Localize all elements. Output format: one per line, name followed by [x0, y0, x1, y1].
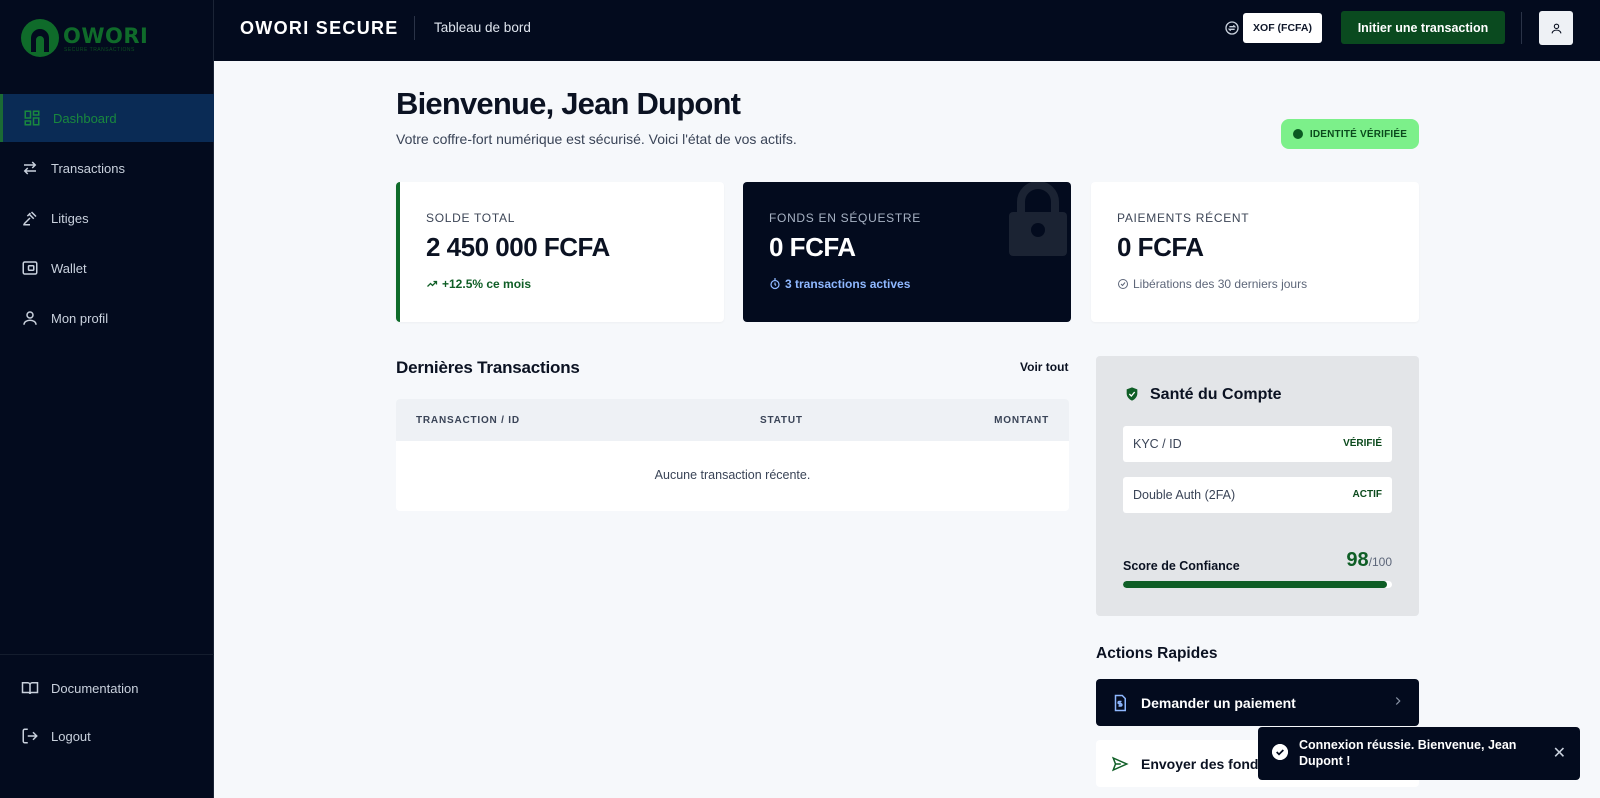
timer-icon: [770, 278, 780, 290]
sidebar-item-label: Documentation: [51, 680, 139, 696]
chevron-right-icon: [1395, 697, 1401, 705]
quick-action-label: Demander un paiement: [1141, 694, 1296, 711]
see-all-link[interactable]: Voir tout: [1020, 360, 1068, 374]
gavel-icon: [21, 209, 39, 227]
sidebar-item-label: Dashboard: [53, 110, 117, 126]
card-footer: Libérations des 30 derniers jours: [1117, 277, 1307, 291]
brand-name: OWORI SECURE: [240, 18, 399, 38]
sidebar-item-litiges[interactable]: Litiges: [0, 194, 214, 242]
quick-actions-title: Actions Rapides: [1096, 645, 1218, 662]
logo[interactable]: OWORI SECURE TRANSACTIONS: [20, 18, 150, 58]
card-value: 0 FCFA: [769, 232, 856, 262]
trend-up-icon: [427, 280, 438, 287]
card-footer: +12.5% ce mois: [426, 277, 531, 291]
balance-card: SOLDE TOTAL 2 450 000 FCFA +12.5% ce moi…: [396, 182, 724, 322]
health-title: Santé du Compte: [1150, 386, 1282, 403]
health-row-2fa: Double Auth (2FA) ACTIF: [1123, 477, 1392, 513]
column-header: STATUT: [760, 415, 803, 426]
transactions-title: Dernières Transactions: [396, 358, 580, 377]
escrow-card: FONDS EN SÉQUESTRE 0 FCFA 3 transactions…: [743, 182, 1071, 322]
sidebar-item-transactions[interactable]: Transactions: [0, 144, 214, 192]
card-footer-text: +12.5% ce mois: [442, 277, 532, 291]
logo-icon: [21, 19, 59, 57]
card-label: SOLDE TOTAL: [426, 211, 516, 225]
card-footer-text: 3 transactions actives: [785, 277, 911, 291]
card-label: FONDS EN SÉQUESTRE: [769, 211, 921, 225]
badge-label: IDENTITÉ VÉRIFIÉE: [1309, 128, 1408, 140]
toast-message: Connexion réussie. Bienvenue, Jean Dupon…: [1299, 738, 1517, 768]
user-icon: [1551, 23, 1561, 33]
identity-verified-badge: IDENTITÉ VÉRIFIÉE: [1281, 119, 1419, 149]
trust-score-fill: [1123, 581, 1387, 588]
trust-score-value: 98/100: [1346, 549, 1392, 572]
status-badge: ACTIF: [1352, 489, 1382, 500]
check-circle-icon: [1118, 279, 1128, 289]
sidebar-item-label: Litiges: [51, 210, 89, 226]
send-icon: [1111, 756, 1129, 771]
health-row-label: KYC / ID: [1133, 437, 1182, 451]
sidebar-item-wallet[interactable]: Wallet: [0, 244, 214, 292]
user-menu-button[interactable]: [1539, 11, 1573, 45]
wallet-icon: [21, 259, 39, 277]
toast-notification: Connexion réussie. Bienvenue, Jean Dupon…: [1258, 727, 1580, 780]
card-value: 2 450 000 FCFA: [426, 232, 610, 262]
currency-swap-icon[interactable]: [1224, 20, 1240, 36]
sidebar-item-label: Logout: [51, 728, 91, 744]
close-icon[interactable]: ✕: [1553, 743, 1566, 763]
invoice-icon: [1114, 694, 1126, 711]
health-row-label: Double Auth (2FA): [1133, 488, 1236, 502]
table-header: TRANSACTION / ID STATUT MONTANT: [396, 399, 1069, 441]
swap-icon: [21, 159, 39, 177]
shield-check-icon: [1126, 387, 1138, 401]
card-label: PAIEMENTS RÉCENT: [1117, 211, 1250, 225]
trust-score-label: Score de Confiance: [1123, 559, 1240, 573]
score-max: /100: [1368, 555, 1392, 569]
trust-score-bar: [1123, 581, 1392, 588]
book-icon: [21, 679, 39, 697]
currency-selector[interactable]: XOF (FCFA): [1243, 13, 1322, 43]
sidebar-item-documentation[interactable]: Documentation: [0, 665, 214, 711]
sidebar-item-dashboard[interactable]: Dashboard: [0, 94, 214, 142]
sidebar-item-logout[interactable]: Logout: [0, 713, 214, 759]
divider: [1521, 12, 1522, 44]
card-footer-text: Libérations des 30 derniers jours: [1133, 277, 1308, 291]
recent-payments-card: PAIEMENTS RÉCENT 0 FCFA Libérations des …: [1091, 182, 1419, 322]
request-payment-button[interactable]: Demander un paiement: [1096, 679, 1419, 726]
breadcrumb: Tableau de bord: [434, 20, 531, 35]
sidebar-nav: Dashboard Transactions Litiges Wallet Mo…: [0, 94, 214, 344]
check-circle-icon: [1272, 744, 1288, 760]
initiate-transaction-button[interactable]: Initier une transaction: [1341, 11, 1505, 44]
logo-text: OWORI: [63, 24, 149, 48]
user-icon: [21, 309, 39, 327]
divider: [414, 16, 415, 40]
check-circle-icon: [1292, 129, 1303, 139]
sidebar-item-profil[interactable]: Mon profil: [0, 294, 214, 342]
sidebar-item-label: Wallet: [51, 260, 87, 276]
empty-state: Aucune transaction récente.: [654, 468, 811, 482]
sidebar-bottom: Documentation Logout: [0, 654, 214, 761]
logo-subtext: SECURE TRANSACTIONS: [64, 47, 135, 53]
transactions-table: TRANSACTION / ID STATUT MONTANT Aucune t…: [396, 399, 1069, 511]
topbar: OWORI SECURE Tableau de bord XOF (FCFA) …: [214, 0, 1600, 61]
account-health-panel: Santé du Compte KYC / ID VÉRIFIÉ Double …: [1096, 356, 1419, 616]
status-badge: VÉRIFIÉ: [1343, 438, 1382, 449]
dashboard-icon: [23, 109, 41, 127]
column-header: TRANSACTION / ID: [416, 415, 520, 426]
health-row-kyc: KYC / ID VÉRIFIÉ: [1123, 426, 1392, 462]
column-header: MONTANT: [994, 415, 1049, 426]
logout-icon: [21, 727, 39, 745]
page-subtitle: Votre coffre-fort numérique est sécurisé…: [396, 131, 797, 147]
quick-action-label: Envoyer des fonds: [1141, 755, 1267, 772]
lock-icon: [1009, 182, 1067, 256]
score-number: 98: [1346, 549, 1369, 571]
card-footer: 3 transactions actives: [769, 277, 910, 291]
sidebar: OWORI SECURE TRANSACTIONS Dashboard Tran…: [0, 0, 214, 798]
page-title: Bienvenue, Jean Dupont: [396, 86, 741, 121]
sidebar-item-label: Mon profil: [51, 310, 109, 326]
card-value: 0 FCFA: [1117, 232, 1204, 262]
sidebar-item-label: Transactions: [51, 160, 125, 176]
